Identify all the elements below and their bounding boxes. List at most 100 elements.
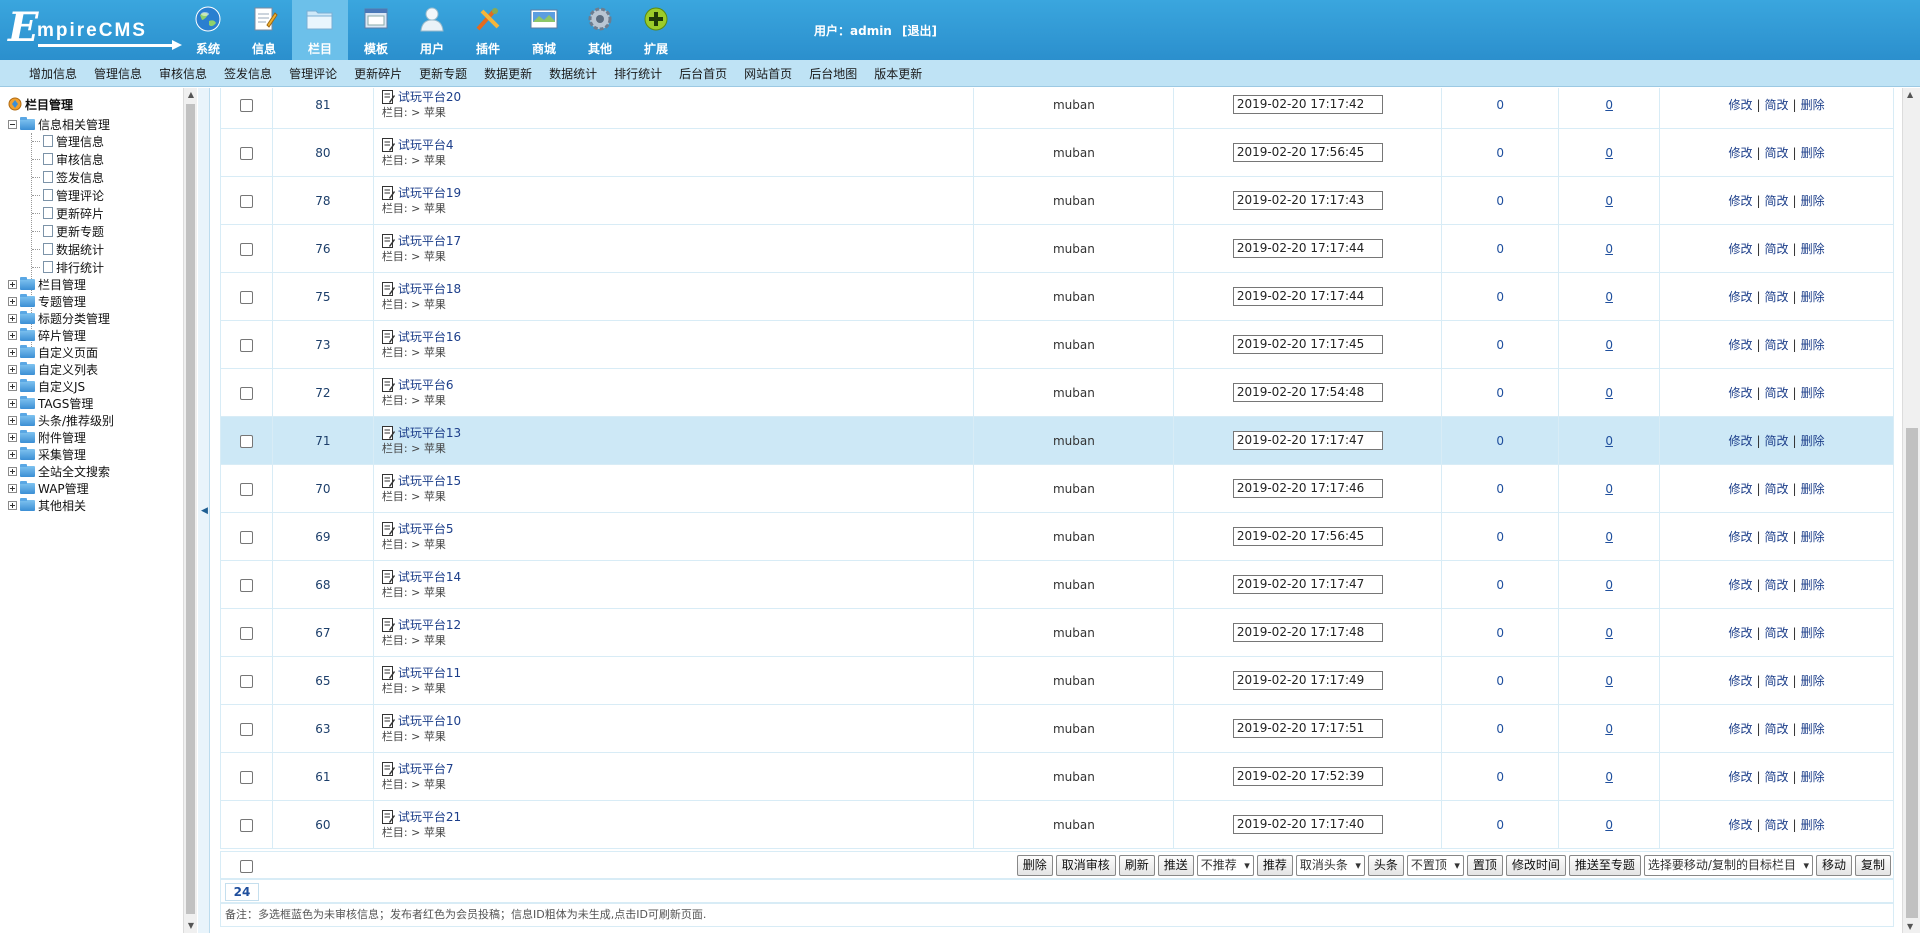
edit-link[interactable]: 修改 [1728,146,1752,160]
expand-icon[interactable] [8,313,17,323]
table-row[interactable]: 80 试玩平台4 栏目: > 苹果 muban 2019-02-20 17:56:45 0… [220,128,1894,177]
row-id[interactable]: 67 [271,608,374,657]
simple-edit-link[interactable]: 简改 [1765,578,1789,592]
row-title-link[interactable]: 试玩平台10 [398,714,461,728]
row-time-input[interactable]: 2019-02-20 17:17:44 [1232,287,1383,306]
edit-link[interactable]: 修改 [1728,722,1752,736]
row-title-link[interactable]: 试玩平台13 [398,426,461,440]
edit-link[interactable]: 修改 [1728,434,1752,448]
submenu-item[interactable]: 签发信息 [224,65,272,82]
scroll-down-icon[interactable]: ▼ [186,921,196,931]
main-scrollbar[interactable]: ▲ ▼ [1902,88,1920,933]
push-button[interactable]: 推送 [1157,855,1194,876]
delete-link[interactable]: 删除 [1801,194,1825,208]
row-comments-link[interactable]: 0 [1605,818,1613,832]
row-time-input[interactable]: 2019-02-20 17:56:45 [1232,527,1383,546]
tree-item[interactable]: 管理评论 [41,187,104,203]
row-time-input[interactable]: 2019-02-20 17:54:48 [1232,383,1383,402]
delete-link[interactable]: 删除 [1801,434,1825,448]
row-title-link[interactable]: 试玩平台12 [398,618,461,632]
expand-icon[interactable] [8,466,17,476]
row-checkbox[interactable] [239,722,253,736]
table-row[interactable]: 73 试玩平台16 栏目: > 苹果 muban 2019-02-20 17:17:45… [220,320,1894,369]
edit-link[interactable]: 修改 [1728,338,1752,352]
row-time-input[interactable]: 2019-02-20 17:17:48 [1232,623,1383,642]
nav-item-tools[interactable]: 插件 [460,0,516,60]
row-title-link[interactable]: 试玩平台17 [398,234,461,248]
row-id[interactable]: 68 [271,560,374,609]
row-time-input[interactable]: 2019-02-20 17:17:42 [1232,95,1383,114]
row-checkbox[interactable] [239,290,253,304]
edit-link[interactable]: 修改 [1728,674,1752,688]
submenu-item[interactable]: 网站首页 [744,65,792,82]
tree-section[interactable]: 专题管理 [8,293,86,309]
tree-section[interactable]: 头条/推荐级别 [8,412,114,428]
table-row[interactable]: 78 试玩平台19 栏目: > 苹果 muban 2019-02-20 17:17:43… [220,176,1894,225]
row-title-link[interactable]: 试玩平台16 [398,330,461,344]
row-title-link[interactable]: 试玩平台21 [398,810,461,824]
row-comments-link[interactable]: 0 [1605,242,1613,256]
row-time-input[interactable]: 2019-02-20 17:52:39 [1232,767,1383,786]
tree-group-info[interactable]: 信息相关管理 [8,116,110,132]
recommend-button[interactable]: 推荐 [1256,855,1293,876]
delete-link[interactable]: 删除 [1801,530,1825,544]
tree-item[interactable]: 数据统计 [41,241,104,257]
row-title-link[interactable]: 试玩平台18 [398,282,461,296]
row-checkbox[interactable] [239,194,253,208]
nav-item-globe[interactable]: 系统 [180,0,236,60]
row-id[interactable]: 69 [271,512,374,561]
table-row[interactable]: 71 试玩平台13 栏目: > 苹果 muban 2019-02-20 17:17:47… [220,416,1894,465]
row-id[interactable]: 73 [271,320,374,369]
row-comments-link[interactable]: 0 [1605,98,1613,112]
row-comments-link[interactable]: 0 [1605,530,1613,544]
row-title-link[interactable]: 试玩平台7 [398,762,454,776]
row-comments-link[interactable]: 0 [1605,626,1613,640]
modify-time-button[interactable]: 修改时间 [1505,855,1566,876]
tree-item[interactable]: 管理信息 [41,133,104,149]
row-time-input[interactable]: 2019-02-20 17:17:46 [1232,479,1383,498]
simple-edit-link[interactable]: 简改 [1765,242,1789,256]
table-row[interactable]: 61 试玩平台7 栏目: > 苹果 muban 2019-02-20 17:52:39 0… [220,752,1894,801]
expand-icon[interactable] [8,415,17,425]
row-title-link[interactable]: 试玩平台11 [398,666,461,680]
row-id[interactable]: 71 [271,416,374,465]
simple-edit-link[interactable]: 简改 [1765,626,1789,640]
row-comments-link[interactable]: 0 [1605,578,1613,592]
simple-edit-link[interactable]: 简改 [1765,146,1789,160]
push-topic-button[interactable]: 推送至专题 [1568,855,1641,876]
submenu-item[interactable]: 后台地图 [809,65,857,82]
row-comments-link[interactable]: 0 [1605,482,1613,496]
row-id[interactable]: 60 [271,800,374,849]
simple-edit-link[interactable]: 简改 [1765,722,1789,736]
row-time-input[interactable]: 2019-02-20 17:17:44 [1232,239,1383,258]
simple-edit-link[interactable]: 简改 [1765,770,1789,784]
nav-item-gear[interactable]: 其他 [572,0,628,60]
submenu-item[interactable]: 更新专题 [419,65,467,82]
delete-button[interactable]: 删除 [1016,855,1053,876]
row-time-input[interactable]: 2019-02-20 17:17:47 [1232,575,1383,594]
simple-edit-link[interactable]: 简改 [1765,434,1789,448]
delete-link[interactable]: 删除 [1801,482,1825,496]
nav-item-folder[interactable]: 栏目 [292,0,348,60]
row-checkbox[interactable] [239,626,253,640]
collapse-icon[interactable] [8,119,17,129]
table-row[interactable]: 72 试玩平台6 栏目: > 苹果 muban 2019-02-20 17:54:48 0… [220,368,1894,417]
expand-icon[interactable] [8,364,17,374]
row-id[interactable]: 75 [271,272,374,321]
row-id[interactable]: 70 [271,464,374,513]
select-all-checkbox[interactable] [240,860,253,873]
row-time-input[interactable]: 2019-02-20 17:17:43 [1232,191,1383,210]
tree-section[interactable]: WAP管理 [8,480,89,496]
row-id[interactable]: 78 [271,176,374,225]
simple-edit-link[interactable]: 简改 [1765,386,1789,400]
scroll-down-icon[interactable]: ▼ [1907,922,1913,931]
row-title-link[interactable]: 试玩平台4 [398,138,454,152]
row-checkbox[interactable] [239,482,253,496]
tree-scrollbar[interactable]: ▲ ▼ [183,88,197,933]
tree-item[interactable]: 签发信息 [41,169,104,185]
expand-icon[interactable] [8,381,17,391]
delete-link[interactable]: 删除 [1801,146,1825,160]
tree-section[interactable]: 其他相关 [8,497,86,513]
row-checkbox[interactable] [239,98,253,112]
tree-item[interactable]: 更新专题 [41,223,104,239]
